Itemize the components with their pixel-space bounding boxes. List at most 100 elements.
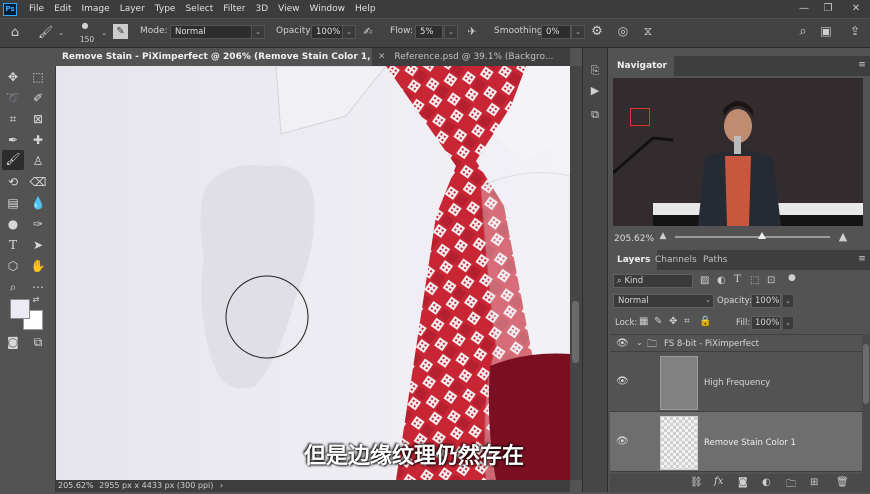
lock-position-icon[interactable]: ✥	[669, 316, 677, 327]
zoom-level[interactable]: 205.62%	[58, 481, 94, 490]
brush-preset-icon[interactable]: ●	[76, 21, 94, 30]
marquee-tool-icon[interactable]: ⬚	[29, 68, 47, 86]
visibility-eye-icon[interactable]: 👁	[616, 376, 629, 387]
panel-menu-icon[interactable]: ≡	[856, 254, 868, 264]
new-layer-icon[interactable]: ⊞	[810, 477, 818, 488]
pixel-filter-icon[interactable]: ▨	[700, 275, 709, 286]
tab-remove-stain[interactable]: Remove Stain - PiXimperfect @ 206% (Remo…	[56, 48, 372, 80]
tab-paths[interactable]: Paths	[696, 250, 734, 270]
navigator-preview[interactable]	[613, 78, 863, 226]
chevron-down-icon[interactable]: ⌄	[636, 338, 643, 347]
path-select-icon[interactable]: ➤	[29, 236, 47, 254]
hand-tool-icon[interactable]: ✋	[29, 257, 47, 275]
scroll-thumb[interactable]	[863, 344, 869, 404]
chevron-down-icon[interactable]: ⌄	[342, 25, 356, 39]
shape-tool-icon[interactable]: ⬡	[4, 257, 22, 275]
menu-filter[interactable]: Filter	[223, 4, 245, 14]
type-filter-icon[interactable]: T	[734, 274, 741, 285]
menu-window[interactable]: Window	[310, 4, 346, 14]
zoom-in-icon[interactable]: ▲	[836, 230, 850, 243]
lock-all-icon[interactable]: 🔒	[699, 316, 711, 327]
blend-mode-select[interactable]: Normal	[613, 294, 714, 308]
chevron-down-icon[interactable]: ⌄	[99, 29, 109, 37]
gradient-icon[interactable]: ▤	[4, 194, 22, 212]
screen-mode-icon[interactable]: ⧉	[29, 333, 47, 351]
brush-tool-icon[interactable]: 🖌	[2, 150, 24, 170]
flow-field[interactable]: 5%	[415, 25, 443, 39]
fill-field[interactable]: 100%	[751, 316, 781, 330]
chevron-down-icon[interactable]: ⌄	[56, 29, 66, 37]
close-icon[interactable]: ✕	[378, 52, 386, 62]
document-canvas[interactable]: 但是边缘纹理仍然存在	[56, 66, 570, 480]
properties-panel-icon[interactable]: ⧉	[587, 108, 603, 122]
lasso-tool-icon[interactable]: ➰	[4, 89, 22, 107]
menu-layer[interactable]: Layer	[120, 4, 145, 14]
lock-transparent-icon[interactable]: ▦	[639, 316, 648, 327]
more-tools-icon[interactable]: ⋯	[29, 278, 47, 296]
share-icon[interactable]: ⇪	[848, 24, 862, 38]
workspace-icon[interactable]: ▣	[819, 24, 833, 38]
history-brush-icon[interactable]: ⟲	[4, 173, 22, 191]
menu-select[interactable]: Select	[185, 4, 213, 14]
new-group-icon[interactable]: 🗀	[786, 477, 796, 494]
chevron-down-icon[interactable]: ⌄	[702, 294, 714, 308]
swap-colors-icon[interactable]: ⇄	[31, 295, 41, 305]
foreground-color-swatch[interactable]	[10, 299, 30, 319]
fx-icon[interactable]: fx	[714, 476, 723, 487]
chevron-down-icon[interactable]: ⌄	[782, 294, 794, 308]
symmetry-icon[interactable]: ⧖	[641, 24, 655, 39]
menu-type[interactable]: Type	[155, 4, 176, 14]
zoom-tool-icon[interactable]: ⌕	[4, 278, 22, 296]
quick-select-icon[interactable]: ✐	[29, 89, 47, 107]
stamp-tool-icon[interactable]: ♙	[29, 152, 47, 170]
menu-edit[interactable]: Edit	[54, 4, 71, 14]
add-mask-icon[interactable]: ◙	[738, 477, 748, 488]
chevron-down-icon[interactable]: ⌄	[444, 25, 458, 39]
menu-view[interactable]: View	[278, 4, 299, 14]
chevron-down-icon[interactable]: ⌄	[782, 316, 794, 330]
opacity-field[interactable]: 100%	[311, 25, 343, 39]
layer-group-row[interactable]: 👁 ⌄ 🗀 FS 8-bit - PiXimperfect	[610, 334, 862, 352]
navigator-zoom-value[interactable]: 205.62%	[614, 234, 654, 244]
search-icon[interactable]: ⌕	[796, 24, 810, 39]
layer-filter-select[interactable]: ⌕ Kind	[613, 274, 693, 288]
smart-object-filter-icon[interactable]: ⊡	[767, 275, 775, 286]
visibility-eye-icon[interactable]: 👁	[616, 436, 629, 447]
lock-pixels-icon[interactable]: ✎	[654, 316, 662, 327]
vertical-scrollbar[interactable]	[570, 66, 582, 480]
panel-menu-icon[interactable]: ≡	[856, 60, 868, 70]
layer-opacity-field[interactable]: 100%	[751, 294, 781, 308]
zoom-slider-track[interactable]	[675, 236, 830, 238]
chevron-down-icon[interactable]: ⌄	[571, 25, 585, 39]
pressure-size-icon[interactable]: ◎	[616, 24, 630, 38]
layers-scrollbar[interactable]	[862, 334, 870, 474]
home-icon[interactable]: ⌂	[7, 25, 23, 40]
lock-artboard-icon[interactable]: ⌗	[684, 316, 690, 327]
blur-tool-icon[interactable]: 💧	[29, 194, 47, 212]
chevron-down-icon[interactable]: ⌄	[251, 25, 265, 39]
dodge-tool-icon[interactable]: ●	[4, 215, 22, 233]
smoothing-field[interactable]: 0%	[541, 25, 571, 39]
crop-tool-icon[interactable]: ⌗	[4, 110, 22, 128]
pressure-opacity-icon[interactable]: ✍	[361, 25, 375, 38]
quick-mask-icon[interactable]: ◙	[4, 333, 22, 351]
adjustment-layer-icon[interactable]: ◐	[762, 477, 771, 488]
eraser-icon[interactable]: ⌫	[29, 173, 47, 191]
gear-icon[interactable]: ⚙	[590, 24, 604, 39]
link-layers-icon[interactable]: ⛓	[690, 477, 703, 488]
brush-tool-icon[interactable]: 🖌	[38, 25, 53, 39]
zoom-slider-thumb[interactable]	[758, 232, 766, 239]
eyedropper-icon[interactable]: ✒	[4, 131, 22, 149]
trash-icon[interactable]: 🗑	[836, 477, 849, 488]
move-tool-icon[interactable]: ✥	[4, 68, 22, 86]
frame-tool-icon[interactable]: ⊠	[29, 110, 47, 128]
menu-image[interactable]: Image	[82, 4, 110, 14]
zoom-out-icon[interactable]: ▲	[657, 231, 669, 241]
tab-reference[interactable]: ✕ Reference.psd @ 39.1% (Backgro...	[372, 48, 570, 66]
menu-file[interactable]: File	[29, 4, 44, 14]
brush-settings-icon[interactable]: ✎	[113, 24, 128, 39]
layer-row[interactable]: 👁 High Frequency	[610, 352, 862, 412]
healing-brush-icon[interactable]: ✚	[29, 131, 47, 149]
shape-filter-icon[interactable]: ⬚	[750, 275, 759, 286]
pen-tool-icon[interactable]: ✑	[29, 215, 47, 233]
